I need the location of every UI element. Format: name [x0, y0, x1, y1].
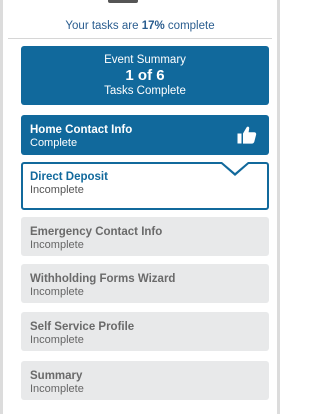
task-name: Withholding Forms Wizard — [30, 273, 176, 285]
task-home-contact-info[interactable]: Home Contact Info Complete — [21, 115, 269, 155]
task-withholding-forms-wizard[interactable]: Withholding Forms Wizard Incomplete — [21, 264, 269, 303]
panel-top-handle — [108, 0, 138, 3]
task-self-service-profile[interactable]: Self Service Profile Incomplete — [21, 312, 269, 351]
task-name: Summary — [30, 370, 83, 382]
task-status: Incomplete — [30, 334, 84, 346]
task-direct-deposit[interactable]: Direct Deposit Incomplete — [21, 162, 269, 210]
panel-left-edge — [0, 0, 3, 414]
task-emergency-contact-info[interactable]: Emergency Contact Info Incomplete — [21, 217, 269, 256]
panel-right-edge — [277, 0, 280, 414]
task-summary[interactable]: Summary Incomplete — [21, 361, 269, 400]
event-summary-card[interactable]: Event Summary 1 of 6 Tasks Complete — [21, 46, 269, 105]
task-status: Incomplete — [30, 239, 84, 251]
progress-prefix: Your tasks are — [65, 20, 142, 32]
progress-suffix: complete — [164, 20, 215, 32]
tasks-complete-label: Tasks Complete — [104, 85, 186, 97]
task-name: Self Service Profile — [30, 321, 135, 333]
task-status: Incomplete — [30, 286, 84, 298]
progress-text: Your tasks are 17% complete — [0, 20, 280, 32]
task-status: Incomplete — [30, 184, 84, 196]
divider — [8, 38, 272, 39]
task-name: Emergency Contact Info — [30, 226, 163, 238]
tasks-complete-count: 1 of 6 — [125, 67, 165, 84]
event-summary-title: Event Summary — [104, 54, 186, 66]
task-status: Incomplete — [30, 383, 84, 395]
task-status: Complete — [30, 137, 78, 149]
thumbs-up-icon — [237, 126, 257, 144]
active-task-indicator-inner — [222, 162, 248, 173]
task-name: Home Contact Info — [30, 124, 133, 136]
progress-percent: 17% — [141, 20, 165, 32]
